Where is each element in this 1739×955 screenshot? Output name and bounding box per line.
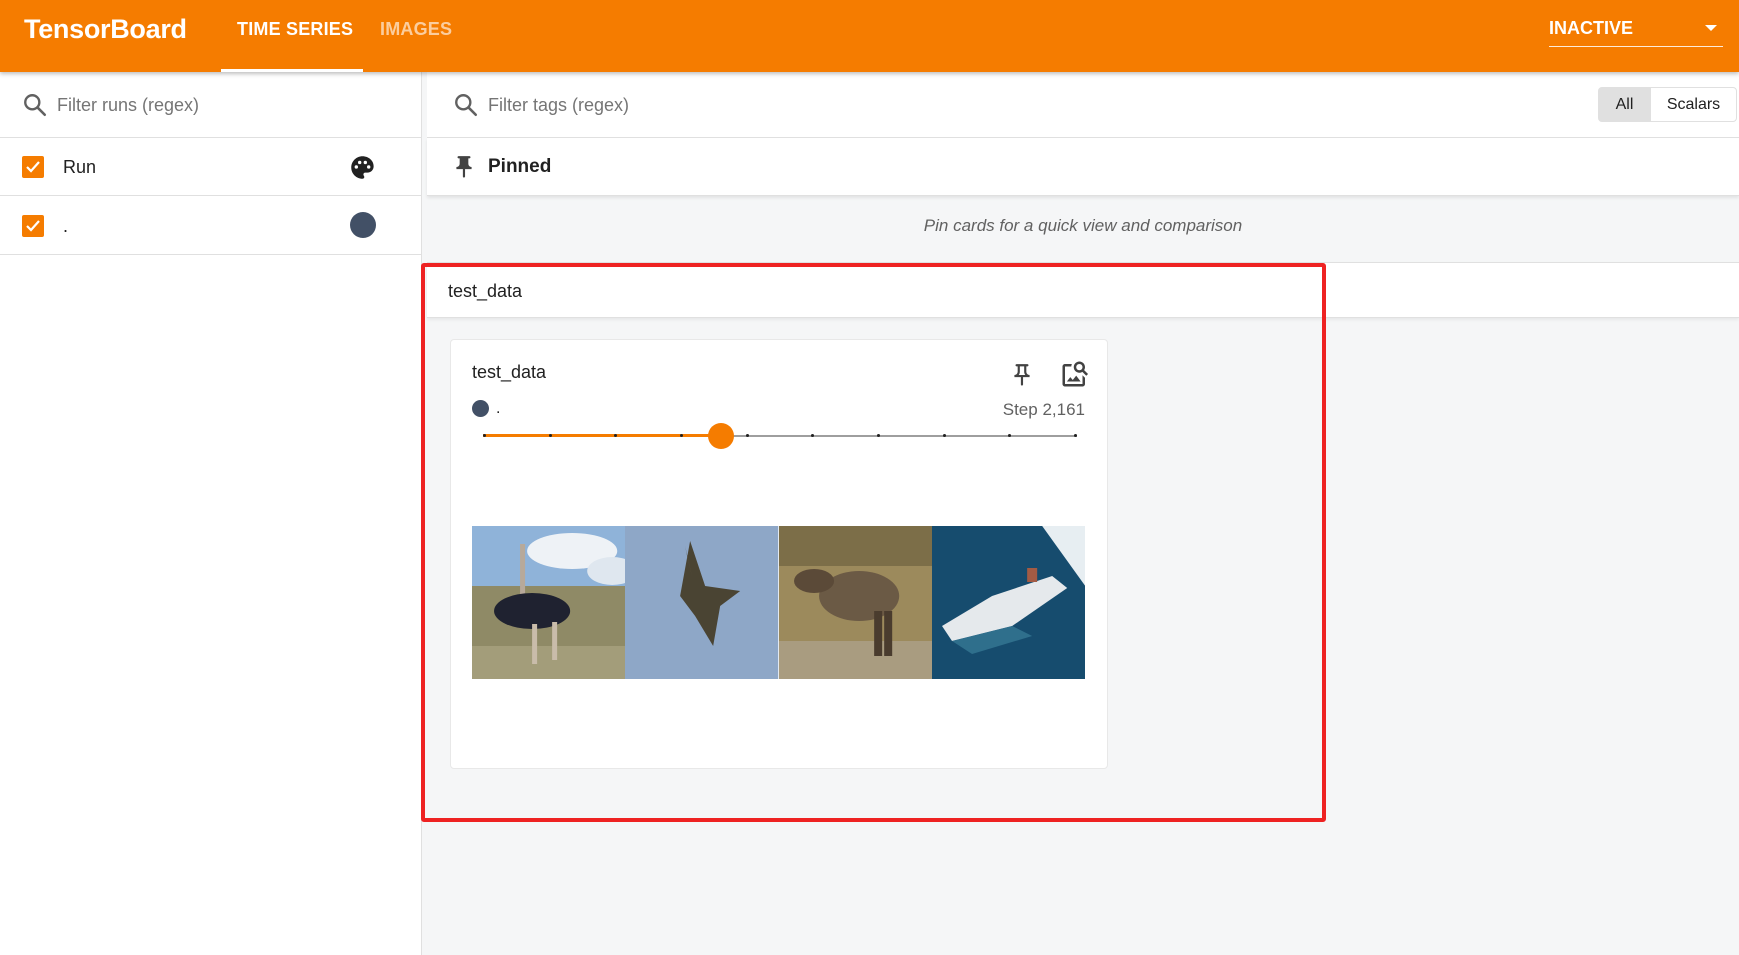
pinned-label: Pinned [488, 156, 552, 177]
status-select[interactable]: INACTIVE [1549, 18, 1723, 47]
tab-images[interactable]: IMAGES [380, 19, 452, 40]
runs-header-row: Run [0, 138, 421, 196]
pinned-empty-hint: Pin cards for a quick view and compariso… [923, 216, 1243, 235]
filter-all-button[interactable]: All [1598, 87, 1651, 122]
top-app-bar: TensorBoard TIME SERIES IMAGES INACTIVE [0, 0, 1739, 72]
tag-filter-input[interactable]: Filter tags (regex) [488, 95, 629, 116]
status-select-value: INACTIVE [1549, 18, 1634, 38]
search-icon [455, 94, 478, 117]
pinned-section-header: Pinned [427, 138, 1739, 196]
palette-icon[interactable] [349, 154, 376, 181]
chevron-down-icon [1705, 25, 1717, 31]
tag-filter-bar: Filter tags (regex) All Scalars [427, 72, 1739, 138]
checkmark-icon [26, 161, 40, 173]
run-row[interactable]: . [0, 196, 421, 255]
runs-sidebar: Filter runs (regex) Run . [0, 72, 422, 955]
search-icon [24, 94, 47, 117]
select-all-runs-checkbox[interactable] [22, 156, 44, 178]
filter-scalars-button[interactable]: Scalars [1650, 87, 1737, 122]
app-title: TensorBoard [24, 14, 187, 44]
runs-header-label: Run [63, 157, 97, 177]
active-tab-indicator [221, 69, 363, 72]
pin-icon [456, 156, 472, 178]
runs-filter: Filter runs (regex) [0, 72, 421, 138]
run-name: . [63, 216, 69, 236]
run-color-swatch[interactable] [350, 212, 376, 238]
run-checkbox[interactable] [22, 215, 44, 237]
highlight-box [421, 263, 1326, 822]
checkmark-icon [26, 220, 40, 232]
runs-filter-input[interactable]: Filter runs (regex) [57, 95, 199, 116]
tab-time-series[interactable]: TIME SERIES [237, 19, 353, 40]
